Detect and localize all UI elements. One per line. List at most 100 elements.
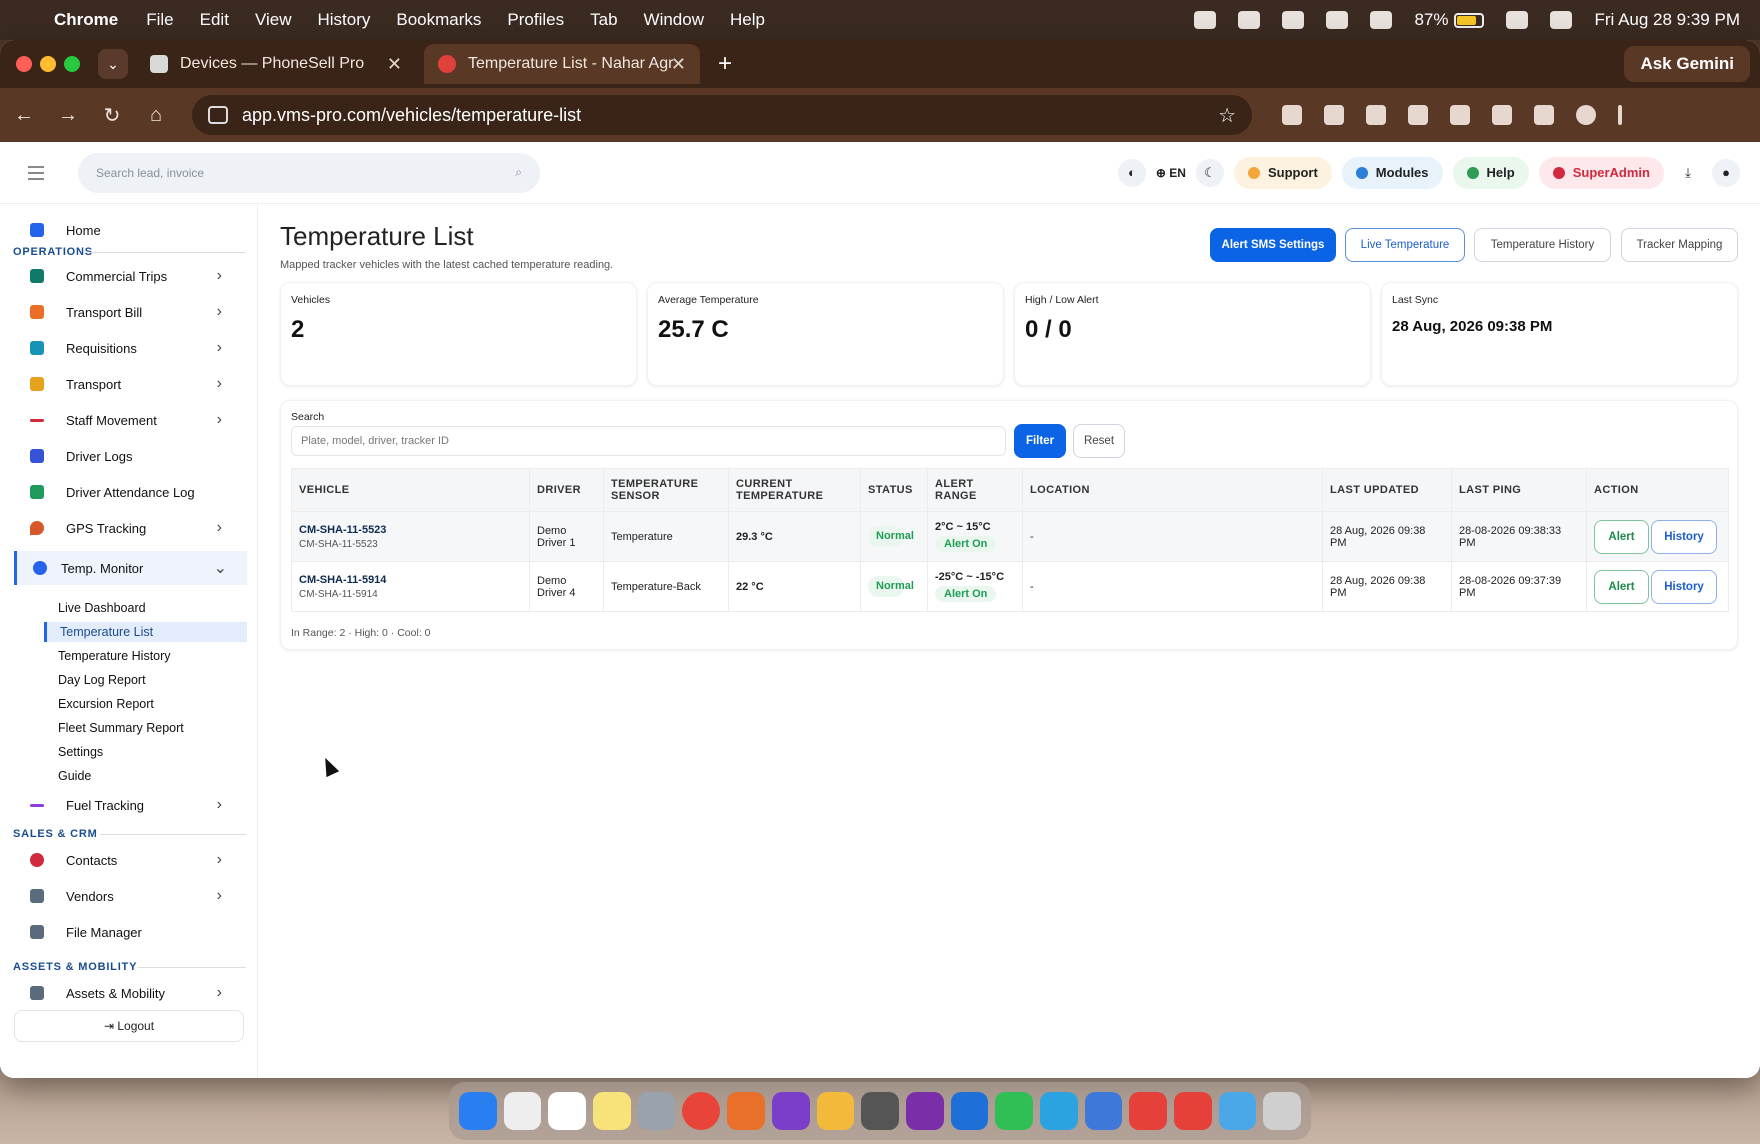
brightness-icon[interactable]	[1370, 11, 1393, 29]
vehicle-search-input[interactable]: Plate, model, driver, tracker ID	[291, 426, 1006, 456]
sidebar-item-assets-mobility[interactable]: Assets & Mobility ›	[0, 979, 258, 1007]
alert-sms-settings-button[interactable]: Alert SMS Settings	[1210, 228, 1336, 262]
bookmark-star-icon[interactable]: ☆	[1218, 103, 1236, 128]
zoom-window-button[interactable]	[64, 56, 80, 72]
global-search-input[interactable]: Search lead, invoice ⌕	[78, 152, 540, 193]
menu-profiles[interactable]: Profiles	[507, 10, 564, 30]
extension-icon[interactable]	[1408, 105, 1428, 125]
tab-search-chevron-icon[interactable]: ⌄	[98, 49, 128, 79]
history-button[interactable]: History	[1651, 519, 1717, 554]
vehicle-plate[interactable]: CM-SHA-11-5914	[299, 574, 522, 586]
modules-button[interactable]: Modules	[1341, 156, 1443, 189]
finder-icon[interactable]	[459, 1092, 497, 1130]
close-window-button[interactable]	[16, 56, 32, 72]
menu-history[interactable]: History	[317, 10, 370, 30]
profile-avatar[interactable]	[1576, 105, 1596, 125]
app-icon[interactable]	[905, 1092, 944, 1130]
back-icon[interactable]: ←	[4, 104, 44, 127]
subitem-excursion-report[interactable]: Excursion Report	[58, 694, 154, 714]
subitem-live-dashboard[interactable]: Live Dashboard	[58, 598, 146, 618]
reload-icon[interactable]: ↻	[92, 103, 132, 128]
history-button[interactable]: History	[1651, 569, 1717, 604]
extension-icon[interactable]	[1282, 105, 1302, 125]
sidebar-item-contacts[interactable]: Contacts ›	[0, 846, 258, 874]
sidebar-item-staff-movement[interactable]: Staff Movement ›	[0, 406, 258, 434]
status-app-icon[interactable]	[1282, 11, 1305, 29]
app-icon[interactable]	[816, 1092, 855, 1130]
github-icon[interactable]	[771, 1092, 810, 1130]
menu-help[interactable]: Help	[730, 10, 765, 30]
menubar-clock[interactable]: Fri Aug 28 9:39 PM	[1594, 10, 1740, 30]
browser-tab-temperature-list[interactable]: Temperature List - Nahar Agr ✕	[424, 44, 700, 84]
subitem-settings[interactable]: Settings	[58, 742, 103, 762]
superadmin-button[interactable]: SuperAdmin	[1538, 156, 1664, 189]
sidebar-item-driver-logs[interactable]: Driver Logs	[0, 442, 258, 470]
download-icon[interactable]: ⤓	[1674, 159, 1702, 187]
tracker-mapping-button[interactable]: Tracker Mapping	[1621, 228, 1738, 262]
subitem-guide[interactable]: Guide	[58, 766, 91, 786]
menu-window[interactable]: Window	[644, 10, 704, 30]
help-button[interactable]: Help	[1452, 156, 1529, 189]
browser-tab-devices[interactable]: Devices — PhoneSell Pro ✕	[136, 44, 416, 84]
sidebar-item-home[interactable]: Home	[0, 216, 258, 244]
sidebar-item-temp-monitor[interactable]: Temp. Monitor ⌄	[14, 551, 247, 585]
subitem-temperature-list[interactable]: Temperature List	[44, 622, 247, 642]
wifi-icon[interactable]	[1506, 11, 1529, 29]
close-tab-icon[interactable]: ✕	[671, 54, 686, 75]
chrome-icon[interactable]	[682, 1092, 721, 1130]
sidebar-item-transport-bill[interactable]: Transport Bill ›	[0, 298, 258, 326]
menu-file[interactable]: File	[146, 10, 173, 30]
battery-status[interactable]: 87%	[1414, 10, 1485, 30]
minimize-window-button[interactable]	[40, 56, 56, 72]
dark-mode-icon[interactable]: ☾	[1195, 158, 1224, 187]
anydesk-icon[interactable]	[1129, 1092, 1167, 1130]
temperature-history-button[interactable]: Temperature History	[1474, 228, 1611, 262]
menu-toggle-icon[interactable]	[28, 165, 44, 180]
address-bar[interactable]: app.vms-pro.com/vehicles/temperature-lis…	[192, 95, 1252, 135]
status-app-icon[interactable]	[1238, 11, 1261, 29]
support-button[interactable]: Support	[1233, 156, 1332, 189]
folder-icon[interactable]	[1218, 1092, 1257, 1130]
launchpad-icon[interactable]	[503, 1092, 542, 1130]
search-icon[interactable]: ⌕	[515, 165, 522, 180]
sidebar-item-fuel-tracking[interactable]: Fuel Tracking ›	[0, 791, 258, 819]
extension-icon[interactable]	[1324, 105, 1344, 125]
subitem-temperature-history[interactable]: Temperature History	[58, 646, 171, 666]
filter-button[interactable]: Filter	[1014, 424, 1066, 458]
alert-button[interactable]: Alert	[1594, 519, 1649, 554]
reset-button[interactable]: Reset	[1073, 424, 1125, 458]
subitem-day-log-report[interactable]: Day Log Report	[58, 670, 146, 690]
menubar-app-name[interactable]: Chrome	[54, 10, 118, 30]
menu-view[interactable]: View	[255, 10, 292, 30]
extensions-puzzle-icon[interactable]	[1534, 105, 1554, 125]
anydesk-icon[interactable]	[1174, 1092, 1212, 1130]
close-tab-icon[interactable]: ✕	[387, 54, 402, 75]
more-menu-icon[interactable]	[1618, 105, 1622, 125]
sidebar-item-commercial-trips[interactable]: Commercial Trips ›	[0, 262, 258, 290]
home-icon[interactable]: ⌂	[136, 104, 176, 127]
menu-edit[interactable]: Edit	[200, 10, 229, 30]
logout-button[interactable]: ⇥ Logout	[14, 1010, 244, 1042]
trash-icon[interactable]	[1263, 1092, 1302, 1130]
menu-tab[interactable]: Tab	[590, 10, 617, 30]
vscode-icon[interactable]	[950, 1092, 989, 1130]
alert-button[interactable]: Alert	[1594, 569, 1649, 604]
sidebar-item-transport[interactable]: Transport ›	[0, 370, 258, 398]
status-app-icon[interactable]	[1326, 11, 1349, 29]
language-switch[interactable]: ⊕ EN	[1156, 166, 1186, 180]
ask-gemini-button[interactable]: Ask Gemini	[1624, 46, 1750, 82]
sidebar-item-file-manager[interactable]: File Manager	[0, 918, 258, 946]
sidebar-item-vendors[interactable]: Vendors ›	[0, 882, 258, 910]
notes-icon[interactable]	[593, 1092, 631, 1130]
whatsapp-icon[interactable]	[995, 1092, 1033, 1130]
new-tab-icon[interactable]: +	[718, 50, 732, 78]
sidebar-item-driver-attendance-log[interactable]: Driver Attendance Log	[0, 478, 258, 506]
menu-bookmarks[interactable]: Bookmarks	[396, 10, 481, 30]
theme-palette-icon[interactable]: ◐	[1117, 158, 1146, 187]
site-info-icon[interactable]	[208, 106, 228, 124]
calendar-icon[interactable]	[548, 1092, 587, 1130]
sidebar-item-gps-tracking[interactable]: GPS Tracking ›	[0, 514, 258, 542]
forward-icon[interactable]: →	[48, 104, 88, 127]
user-avatar-icon[interactable]: ●	[1712, 158, 1740, 187]
telegram-icon[interactable]	[1039, 1092, 1078, 1130]
